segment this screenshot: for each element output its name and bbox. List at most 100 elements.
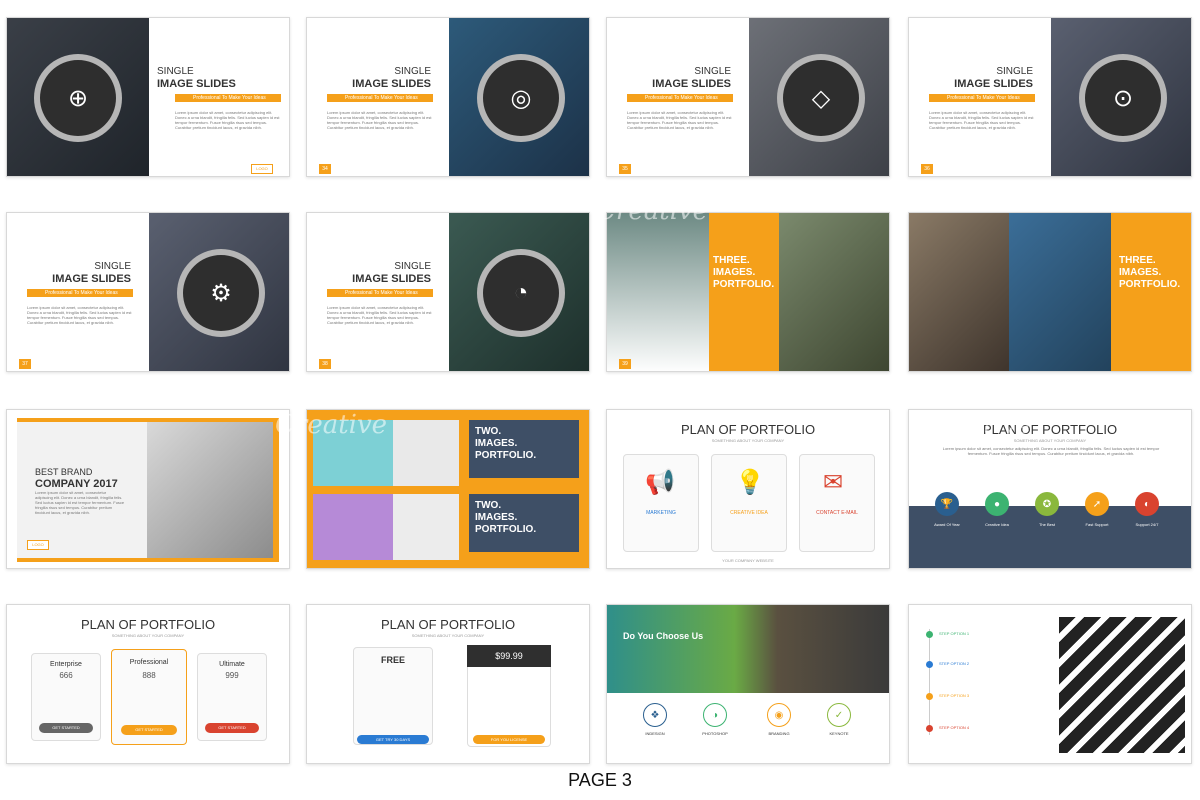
slide-plan-awards[interactable]: PLAN OF PORTFOLIO SOMETHING ABOUT YOUR C… (908, 409, 1192, 569)
slide-tagline: Professional To Make Your Ideas (627, 94, 733, 102)
get-started-button[interactable]: GET STARTED (39, 723, 93, 733)
card-label: MARKETING (646, 510, 676, 516)
slide-logo: LOGO (251, 164, 273, 174)
hero-photo (607, 605, 889, 693)
lifebuoy-icon: ⊙ (1079, 54, 1167, 142)
slide-plan-cards[interactable]: PLAN OF PORTFOLIO SOMETHING ABOUT YOUR C… (606, 409, 890, 569)
slide-subtitle: SOMETHING ABOUT YOUR COMPANY (411, 633, 485, 638)
slide-body: Lorem ipsum dolor sit amet, consectetur … (627, 110, 732, 130)
plan-price: 666 (59, 671, 73, 680)
slide-body: Lorem ipsum dolor sit amet, consectetur … (35, 490, 125, 515)
item-label: PHOTOSHOP (702, 731, 728, 736)
slide-title: PLAN OF PORTFOLIO (680, 422, 816, 437)
rocket-icon: ➚ (1085, 492, 1109, 516)
striped-portrait (1059, 617, 1185, 753)
branding-icon: ◉ (767, 703, 791, 727)
accent-panel (1111, 213, 1191, 371)
slide-body: Lorem ipsum dolor sit amet, consectetur … (929, 110, 1034, 130)
slide-single-6[interactable]: ◔ SINGLE IMAGE SLIDES Professional To Mak… (306, 212, 590, 372)
card-label: CONTACT E-MAIL (816, 510, 858, 516)
slide-body: Lorem ipsum dolor sit amet, consectetur … (175, 110, 280, 130)
slide-steps[interactable]: STEP OPTION 1 STEP OPTION 2 STEP OPTION … (908, 604, 1192, 764)
slide-number: 39 (619, 359, 631, 369)
photoshop-icon: ◑ (703, 703, 727, 727)
slide-three-images-2[interactable]: THREE. IMAGES. PORTFOLIO. (908, 212, 1192, 372)
gears-icon: ⚙ (177, 249, 265, 337)
card-label: CREATIVE IDEA (730, 510, 768, 516)
slide-title: Do You Choose Us (623, 631, 704, 641)
slide-photo (909, 213, 1009, 371)
license-button[interactable]: FOR YOU LICENSE (473, 735, 545, 744)
slide-number: 38 (319, 359, 331, 369)
slide-tagline: Professional To Make Your Ideas (929, 94, 1035, 102)
slide-three-images-1[interactable]: THREE. IMAGES. PORTFOLIO. 39 (606, 212, 890, 372)
try-button[interactable]: GET TRY 30 DAYS (357, 735, 429, 744)
slide-choose-us[interactable]: Do You Choose Us ❖ ◑ ◉ ✓ INDESIGN PHOTOS… (606, 604, 890, 764)
slide-single-1[interactable]: ⊕ SINGLE IMAGE SLIDES Professional To Mak… (6, 17, 290, 177)
deer-photo (393, 420, 459, 486)
slide-best-brand[interactable]: BEST BRAND COMPANY 2017 Lorem ipsum dolor… (6, 409, 290, 569)
step-label: STEP OPTION 1 (939, 631, 970, 636)
website-text: YOUR COMPANY WEBSITE (722, 558, 774, 563)
slide-subtitle: SOMETHING ABOUT YOUR COMPANY (1013, 438, 1087, 443)
megaphone-icon: 📢 (645, 469, 675, 496)
award-label: The Best (1038, 522, 1055, 527)
slide-photo (779, 213, 889, 371)
slide-title: SINGLE IMAGE SLIDES (52, 261, 131, 285)
premium-price: $99.99 (467, 645, 551, 667)
slide-title: PLAN OF PORTFOLIO (80, 617, 216, 632)
keynote-icon: ✓ (827, 703, 851, 727)
plan-name: Professional (129, 659, 169, 666)
slide-title: PLAN OF PORTFOLIO (982, 422, 1118, 437)
slide-title: SINGLE IMAGE SLIDES (954, 66, 1033, 90)
plan-name: Enterprise (50, 661, 82, 668)
plan-price: 888 (142, 671, 156, 680)
slide-tagline: Professional To Make Your Ideas (327, 94, 433, 102)
glasses-photo (313, 420, 393, 486)
award-label: Fast Support (1085, 522, 1109, 527)
speedometer-icon: ◔ (477, 249, 565, 337)
slide-single-4[interactable]: ⊙ SINGLE IMAGE SLIDES Professional To Mak… (908, 17, 1192, 177)
plus-icon: ⊕ (34, 54, 122, 142)
slide-single-2[interactable]: ◎ SINGLE IMAGE SLIDES Professional To Mak… (306, 17, 590, 177)
slide-subtitle: SOMETHING ABOUT YOUR COMPANY (111, 633, 185, 638)
slide-two-images[interactable]: TWO. IMAGES. PORTFOLIO. TWO. IMAGES. PORTFOL… (306, 409, 590, 569)
slide-tagline: Professional To Make Your Ideas (175, 94, 281, 102)
slide-title: SINGLE IMAGE SLIDES (352, 261, 431, 285)
slide-title: PLAN OF PORTFOLIO (380, 617, 516, 632)
slide-title: SINGLE IMAGE SLIDES (352, 66, 431, 90)
slide-pricing-1[interactable]: PLAN OF PORTFOLIO SOMETHING ABOUT YOUR C… (6, 604, 290, 764)
lightbulb-icon: 💡 (735, 469, 765, 496)
diamond-icon: ◇ (777, 54, 865, 142)
slide-tagline: Professional To Make Your Ideas (27, 289, 133, 297)
woman-photo (147, 422, 273, 558)
rabbit-photo (393, 494, 459, 560)
envelope-icon: ✉ (823, 469, 844, 496)
slide-pricing-2[interactable]: PLAN OF PORTFOLIO SOMETHING ABOUT YOUR C… (306, 604, 590, 764)
get-started-button[interactable]: GET STARTED (121, 725, 177, 735)
item-label: KEYNOTE (829, 731, 849, 736)
step-dot (926, 725, 933, 732)
slide-subtitle: SOMETHING ABOUT YOUR COMPANY (711, 438, 785, 443)
slide-title: BEST BRAND COMPANY 2017 (35, 467, 118, 490)
slide-single-3[interactable]: ◇ SINGLE IMAGE SLIDES Professional To Mak… (606, 17, 890, 177)
plan-name: Ultimate (219, 661, 245, 668)
bulb-icon: ● (985, 492, 1009, 516)
get-started-button[interactable]: GET STARTED (205, 723, 259, 733)
slide-body: Lorem ipsum dolor sit amet, consectetur … (327, 305, 432, 325)
slide-title: SINGLE IMAGE SLIDES (157, 66, 236, 90)
support-icon: ◐ (1135, 492, 1159, 516)
slide-number: 34 (319, 164, 331, 174)
free-title: FREE (380, 655, 405, 665)
award-label: Support 24/7 (1135, 522, 1159, 527)
award-label: Creative Idea (985, 522, 1009, 527)
accent-panel (709, 213, 779, 371)
step-dot (926, 661, 933, 668)
slide-body: Lorem ipsum dolor sit amet, consectetur … (327, 110, 432, 130)
slide-body: Lorem ipsum dolor sit amet, consectetur … (27, 305, 132, 325)
slide-single-5[interactable]: ⚙ SINGLE IMAGE SLIDES Professional To Mak… (6, 212, 290, 372)
trophy-icon: 🏆 (935, 492, 959, 516)
step-label: STEP OPTION 2 (939, 661, 970, 666)
step-label: STEP OPTION 3 (939, 693, 970, 698)
slide-logo: LOGO (27, 540, 49, 550)
